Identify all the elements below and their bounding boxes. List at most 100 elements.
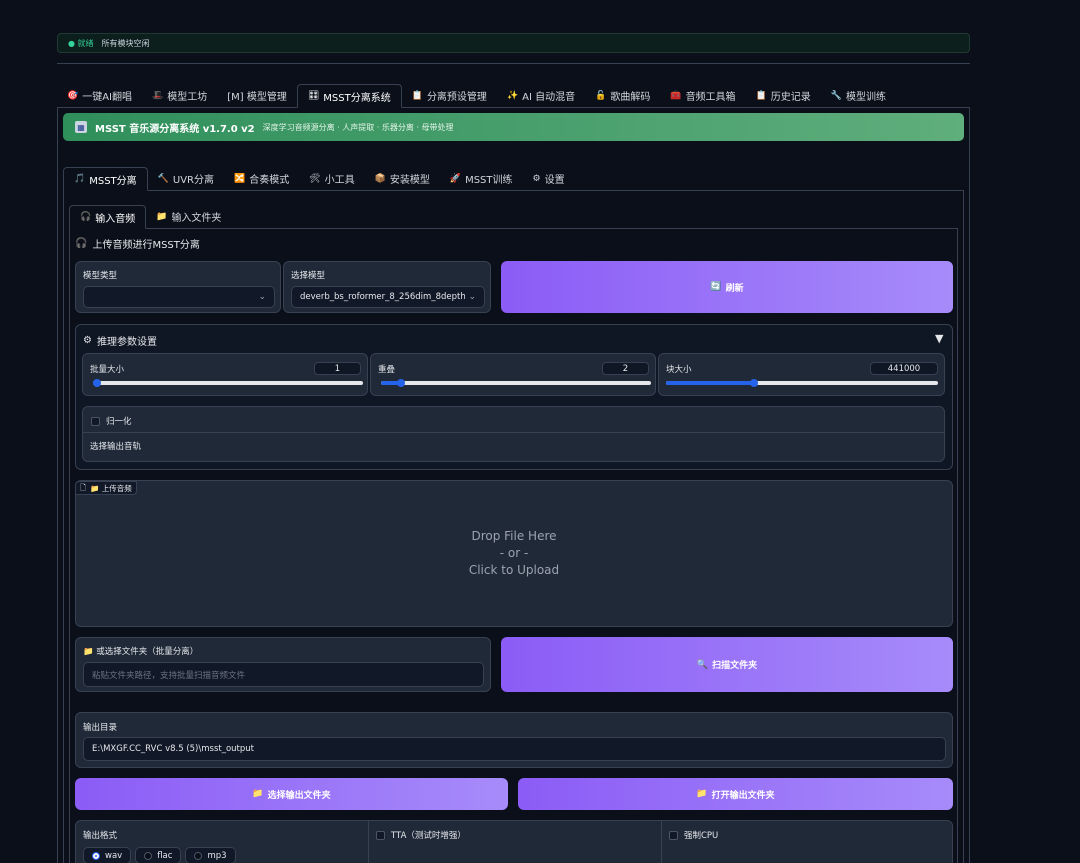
tab-label: 输入文件夹 (171, 213, 222, 224)
overlap-label: 重叠 (378, 365, 396, 375)
upload-audio-tag-text: 📁 上传音频 (90, 483, 132, 493)
unlock-icon: 🔓 (595, 90, 607, 101)
format-option-flac[interactable]: flac (135, 847, 182, 863)
section-title-text: 上传音频进行MSST分离 (92, 240, 200, 251)
format-option-label: mp3 (207, 850, 227, 861)
chunk-size-input[interactable]: 441000 (870, 362, 938, 375)
open-output-label: 打开输出文件夹 (711, 790, 775, 801)
tab-model-management[interactable]: [M] 模型管理 (217, 84, 297, 107)
input-tab-bar: 🎧 输入音频 📁 输入文件夹 (69, 205, 958, 229)
folder-path-input[interactable]: 粘贴文件夹路径，支持批量扫描音频文件 (83, 662, 484, 687)
output-options-card: 输出格式 wav flac mp3 TTA（测试时增强） 强制CPU (75, 820, 953, 863)
collapse-toggle-icon[interactable]: ▼ (935, 332, 943, 345)
open-output-folder-button[interactable]: 📁 打开输出文件夹 (518, 778, 953, 810)
format-option-label: flac (157, 850, 173, 861)
header-banner: ▦ MSST 音乐源分离系统 v1.7.0 v2 深度学习音频源分离 · 人声提… (63, 113, 964, 141)
normalize-checkbox[interactable] (91, 416, 100, 426)
status-text: 所有模块空闲 (101, 38, 150, 48)
gear-icon: ⚙ (83, 335, 92, 346)
main-tab-bar: 🎯 一键AI翻唱 🎩 模型工坊 [M] 模型管理 🎛 MSST分离系统 📋 分离预设管理… (57, 84, 970, 108)
output-format-radio-group: wav flac mp3 (83, 847, 236, 863)
tab-label: AI 自动混音 (522, 92, 576, 103)
divider (57, 63, 970, 64)
normalize-option[interactable]: 归一化 (91, 415, 132, 427)
clipboard-icon: 📋 (411, 90, 423, 101)
refresh-button[interactable]: 🔄 刷新 (501, 261, 953, 313)
divider (661, 821, 662, 863)
tta-checkbox[interactable] (376, 830, 385, 840)
folder-icon: 📁 (156, 211, 168, 222)
tab-install-model[interactable]: 📦 安装模型 (365, 167, 440, 190)
divider (368, 821, 369, 863)
tab-label: 音频工具箱 (685, 92, 736, 103)
tab-label: 安装模型 (389, 175, 430, 186)
slider-thumb[interactable] (750, 379, 758, 387)
scan-folder-button[interactable]: 🔍 扫描文件夹 (501, 637, 953, 692)
tab-audio-toolbox[interactable]: 🧰 音频工具箱 (660, 84, 745, 107)
radio-icon (194, 851, 203, 860)
model-type-dropdown[interactable]: ⌄ (83, 286, 275, 308)
tab-input-audio[interactable]: 🎧 输入音频 (69, 205, 147, 229)
model-type-card: 模型类型 ⌄ (75, 261, 281, 313)
inference-title: 推理参数设置 (96, 337, 157, 348)
tab-model-workshop[interactable]: 🎩 模型工坊 (142, 84, 217, 107)
tab-msst-separation[interactable]: 🎛 MSST分离系统 (296, 84, 402, 108)
tta-label: TTA（测试时增强） (391, 831, 466, 841)
overlap-input[interactable]: 2 (602, 362, 649, 375)
inference-settings-header[interactable]: ⚙ 推理参数设置 (83, 333, 157, 348)
tab-label: 历史记录 (770, 92, 811, 103)
file-icon: 🗋 (80, 482, 87, 492)
output-dir-input[interactable]: E:\MXGF.CC_RVC v8.5 (5)\msst_output (83, 737, 946, 761)
tab-label: MSST训练 (465, 175, 513, 186)
shuffle-icon: 🔀 (233, 173, 246, 184)
tab-history[interactable]: 📋 历史记录 (746, 84, 821, 107)
status-label: 就绪 (77, 38, 94, 48)
chunk-size-slider[interactable] (666, 379, 938, 387)
tab-tools[interactable]: 🛠 小工具 (299, 167, 364, 190)
tab-label: UVR分离 (172, 175, 214, 186)
click-upload-text: Click to Upload (468, 563, 560, 577)
tab-ai-cover[interactable]: 🎯 一键AI翻唱 (57, 84, 142, 107)
tab-preset-management[interactable]: 📋 分离预设管理 (402, 84, 497, 107)
music-note-icon: 🎵 (74, 174, 86, 184)
status-bar: ● 就绪 所有模块空闲 (57, 33, 970, 53)
model-select-card: 选择模型 deverb_bs_roformer_8_256dim_8depth.… (283, 261, 491, 313)
audio-drop-zone[interactable]: Drop File Here - or - Click to Upload (75, 480, 953, 627)
choose-output-folder-button[interactable]: 📁 选择输出文件夹 (75, 778, 508, 810)
tab-song-decode[interactable]: 🔓 歌曲解码 (585, 84, 660, 107)
tab-ensemble-mode[interactable]: 🔀 合奏模式 (224, 167, 299, 190)
refresh-icon: 🔄 (710, 282, 722, 292)
slider-thumb[interactable] (93, 379, 101, 387)
tab-input-folder[interactable]: 📁 输入文件夹 (146, 205, 231, 228)
divider (83, 432, 944, 433)
output-format-label: 输出格式 (83, 831, 118, 841)
batch-size-input[interactable]: 1 (314, 362, 361, 375)
format-option-mp3[interactable]: mp3 (185, 847, 236, 863)
batch-size-slider[interactable] (93, 379, 363, 387)
tta-option[interactable]: TTA（测试时增强） (376, 829, 466, 841)
folder-input-label: 📁 或选择文件夹（批量分离） (83, 647, 199, 657)
tab-label: 歌曲解码 (610, 92, 651, 103)
tab-uvr-split[interactable]: 🔨 UVR分离 (148, 167, 224, 190)
chunk-size-label: 块大小 (666, 365, 692, 375)
tools-icon: 🛠 (309, 173, 321, 184)
chevron-down-icon: ⌄ (258, 292, 266, 302)
force-cpu-checkbox[interactable] (669, 830, 678, 840)
overlap-slider[interactable] (381, 379, 651, 387)
tab-model-training[interactable]: 🔧 模型训练 (821, 84, 896, 107)
tab-label: 分离预设管理 (426, 92, 487, 103)
headphones-icon: 🎧 (75, 238, 88, 249)
tab-msst-training[interactable]: 🚀 MSST训练 (440, 167, 523, 190)
mixer-icon: ▦ (75, 121, 87, 133)
tab-msst-split[interactable]: 🎵 MSST分离 (63, 167, 148, 191)
force-cpu-option[interactable]: 强制CPU (669, 829, 718, 841)
slider-thumb[interactable] (397, 379, 405, 387)
format-option-wav[interactable]: wav (83, 847, 132, 863)
wrench-icon: 🔧 (830, 90, 842, 101)
model-select-dropdown[interactable]: deverb_bs_roformer_8_256dim_8depth.ckpt … (291, 286, 485, 308)
radio-icon (144, 851, 153, 860)
tab-ai-mixing[interactable]: ✨ AI 自动混音 (497, 84, 585, 107)
model-select-label: 选择模型 (291, 271, 326, 281)
folder-icon: 📁 (252, 789, 264, 799)
tab-settings[interactable]: ⚙ 设置 (523, 167, 575, 190)
